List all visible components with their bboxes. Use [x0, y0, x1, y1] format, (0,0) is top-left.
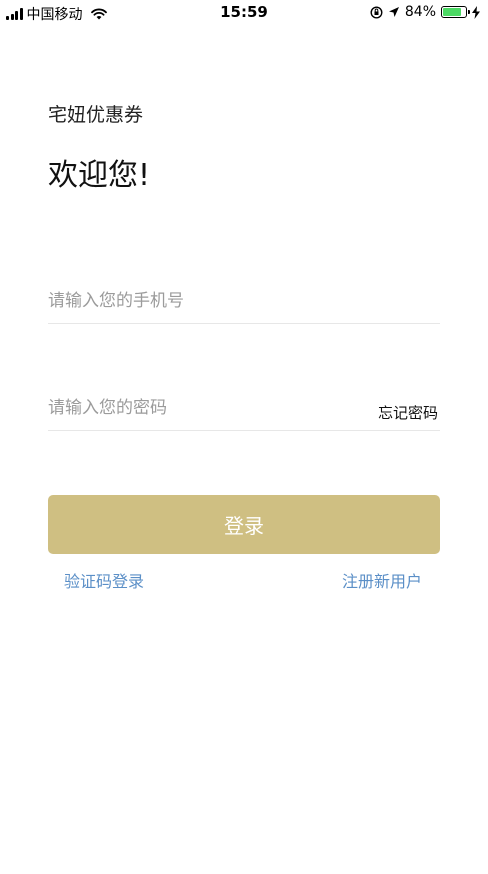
status-right: 84%	[370, 4, 480, 20]
sms-login-link[interactable]: 验证码登录	[64, 568, 144, 592]
forgot-password-link[interactable]: 忘记密码	[378, 402, 438, 423]
battery-icon	[441, 6, 470, 18]
phone-input[interactable]	[48, 283, 440, 319]
orientation-lock-icon	[370, 5, 383, 19]
welcome-title: 欢迎您!	[48, 158, 151, 193]
status-bar: 中国移动 15:59 84%	[0, 0, 488, 26]
phone-field	[48, 283, 440, 324]
password-field: 忘记密码	[48, 390, 440, 431]
battery-fill	[443, 8, 461, 16]
register-link[interactable]: 注册新用户	[342, 568, 422, 592]
login-button[interactable]: 登录	[48, 495, 440, 554]
password-input[interactable]	[48, 390, 348, 426]
charging-icon	[472, 5, 480, 19]
app-name: 宅妞优惠券	[48, 104, 144, 126]
location-icon	[388, 7, 399, 17]
battery-percent: 84%	[404, 4, 436, 20]
